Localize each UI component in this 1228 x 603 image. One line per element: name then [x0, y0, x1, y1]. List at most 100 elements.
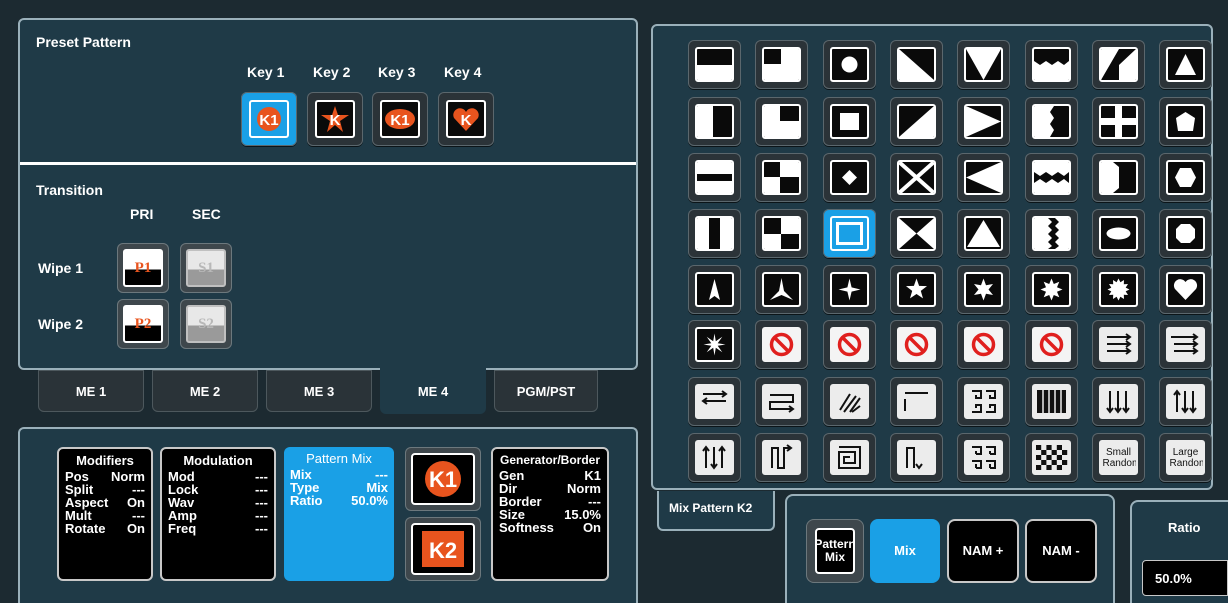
pattern-button-star-8[interactable] [1025, 265, 1078, 314]
pattern-button-star-6[interactable] [957, 265, 1010, 314]
large-random-icon: Large Random [1166, 440, 1205, 475]
pattern-button-maze-quad[interactable] [957, 433, 1010, 482]
pattern-button-lines-bidirectional[interactable] [688, 377, 741, 426]
pattern-button-pentagon[interactable] [1159, 97, 1212, 146]
modulation-box[interactable]: Modulation Mod --- Lock --- Wav --- Amp --- Freq… [160, 447, 276, 581]
pattern-button-door[interactable] [1092, 153, 1145, 202]
tab-me-3[interactable]: ME 3 [266, 370, 372, 412]
pattern-button-diagonal-br-notch[interactable] [1092, 40, 1145, 89]
mix-option-mix-button[interactable]: Mix [870, 519, 940, 583]
tab-me-1[interactable]: ME 1 [38, 370, 144, 412]
wipe-2-sec-button[interactable]: S2 [180, 299, 232, 349]
pattern-button-ellipse[interactable] [1092, 209, 1145, 258]
pattern-button-forbidden[interactable] [890, 320, 943, 369]
pattern-button-lines-right[interactable] [1092, 320, 1145, 369]
pattern-button-triangle-up[interactable] [1159, 40, 1212, 89]
pattern-button-lines-fold[interactable] [755, 377, 808, 426]
pattern-button-vertical-split[interactable] [688, 209, 741, 258]
key2-button-face: K2 [411, 523, 475, 575]
pattern-button-x-wipe[interactable] [890, 153, 943, 202]
arrow-right-icon [964, 104, 1003, 139]
pattern-button-zigzag-vertical[interactable] [1025, 209, 1078, 258]
pattern-button-zigzag-side[interactable] [1025, 97, 1078, 146]
pattern-button-cross[interactable] [1092, 97, 1145, 146]
pattern-button-diagonal-spiral[interactable] [823, 377, 876, 426]
mix-option-pattern-mix-button[interactable]: Pattern Mix [806, 519, 864, 583]
tab-me-4[interactable]: ME 4 [380, 368, 486, 414]
pattern-button-hexagon[interactable] [1159, 153, 1212, 202]
pattern-button-corner-top-left[interactable] [755, 97, 808, 146]
pattern-button-corner-top-right[interactable] [755, 209, 808, 258]
pattern-button-v-wedge-down[interactable] [957, 40, 1010, 89]
pattern-button-square[interactable] [823, 97, 876, 146]
pattern-button-star-3-wide[interactable] [755, 265, 808, 314]
key-2-preset-button[interactable]: K [307, 92, 363, 146]
key-3-preset-button[interactable]: K1 [372, 92, 428, 146]
mix-option-nam-button[interactable]: NAM - [1025, 519, 1097, 583]
pattern-button-zigzag-band[interactable] [1025, 153, 1078, 202]
wipe-2-pri-button[interactable]: P2 [117, 299, 169, 349]
key2-button[interactable]: K2 [405, 517, 481, 581]
key-1-preset-button[interactable]: K1 [241, 92, 297, 146]
pattern-button-diagonal-tl[interactable] [890, 40, 943, 89]
pattern-button-square-selected[interactable] [823, 209, 876, 258]
pattern-button-forbidden[interactable] [823, 320, 876, 369]
tab-pgm-pst[interactable]: PGM/PST [494, 370, 598, 412]
pattern-button-vertical-bars[interactable] [1025, 377, 1078, 426]
pattern-button-diagonal-bl[interactable] [890, 97, 943, 146]
pattern-button-heart[interactable] [1159, 265, 1212, 314]
key-4-preset-button[interactable]: K [438, 92, 494, 146]
pattern-button-maze[interactable] [957, 377, 1010, 426]
pattern-button-horizontal-split[interactable] [688, 153, 741, 202]
corner-top-left-icon [762, 104, 801, 139]
pattern-button-corner-bottom-left[interactable] [755, 153, 808, 202]
pattern-button-arrow-left[interactable] [957, 153, 1010, 202]
pattern-button-corner-bottom-right[interactable] [755, 40, 808, 89]
pattern-button-bowtie[interactable] [890, 209, 943, 258]
key1-button[interactable]: K1 [405, 447, 481, 511]
modifiers-box[interactable]: Modifiers Pos Norm Split --- Aspect On Mult ---… [57, 447, 153, 581]
forbidden-icon [762, 327, 801, 362]
pattern-button-spiral[interactable] [823, 433, 876, 482]
pattern-button-star-4[interactable] [823, 265, 876, 314]
mix-option-nam-button[interactable]: NAM + [947, 519, 1019, 583]
pattern-button-star-12[interactable] [1092, 265, 1145, 314]
generator-row: Softness On [499, 521, 601, 534]
pattern-button-snake[interactable] [755, 433, 808, 482]
pattern-button-lines-down-up[interactable] [1159, 377, 1212, 426]
mix-pattern-tab[interactable]: Mix Pattern K2 [657, 491, 775, 531]
pattern-button-star-5[interactable] [890, 265, 943, 314]
pattern-button-horizontal-wipe[interactable] [688, 40, 741, 89]
pattern-button-zigzag-top[interactable] [1025, 40, 1078, 89]
pattern-button-arrow-right[interactable] [957, 97, 1010, 146]
ratio-value-field[interactable]: 50.0% [1142, 560, 1228, 596]
param-name: Softness [499, 520, 554, 535]
pattern-button-star-3[interactable] [688, 265, 741, 314]
star-5-icon [897, 272, 936, 307]
wipe-1-sec-button[interactable]: S1 [180, 243, 232, 293]
pattern-button-large-random[interactable]: Large Random [1159, 433, 1212, 482]
pattern-mix-box[interactable]: Pattern Mix Mix --- Type Mix Ratio 50.0% [284, 447, 394, 581]
generator-border-box[interactable]: Generator/Border Gen K1 Dir Norm Border --- Si… [491, 447, 609, 581]
diamond-icon [830, 160, 869, 195]
vertical-wipe-icon [695, 104, 734, 139]
pattern-button-lines-up-down[interactable] [688, 433, 741, 482]
pattern-button-lines-down[interactable] [1092, 377, 1145, 426]
wipe-1-pri-button[interactable]: P1 [117, 243, 169, 293]
pattern-button-forbidden[interactable] [1025, 320, 1078, 369]
pattern-button-small-random[interactable]: Small Random [1092, 433, 1145, 482]
pattern-button-forbidden[interactable] [755, 320, 808, 369]
pattern-button-vertical-fold[interactable] [890, 433, 943, 482]
pattern-button-triangle-up-large[interactable] [957, 209, 1010, 258]
zigzag-side-icon [1032, 104, 1071, 139]
tab-me-2[interactable]: ME 2 [152, 370, 258, 412]
pattern-button-forbidden[interactable] [957, 320, 1010, 369]
pattern-button-lines-right-staggered[interactable] [1159, 320, 1212, 369]
pattern-button-circle[interactable] [823, 40, 876, 89]
pattern-button-octagon[interactable] [1159, 209, 1212, 258]
pattern-button-vertical-wipe[interactable] [688, 97, 741, 146]
pattern-button-diamond[interactable] [823, 153, 876, 202]
pattern-button-lines-stagger[interactable] [890, 377, 943, 426]
pattern-button-star-burst[interactable] [688, 320, 741, 369]
pattern-button-checker[interactable] [1025, 433, 1078, 482]
